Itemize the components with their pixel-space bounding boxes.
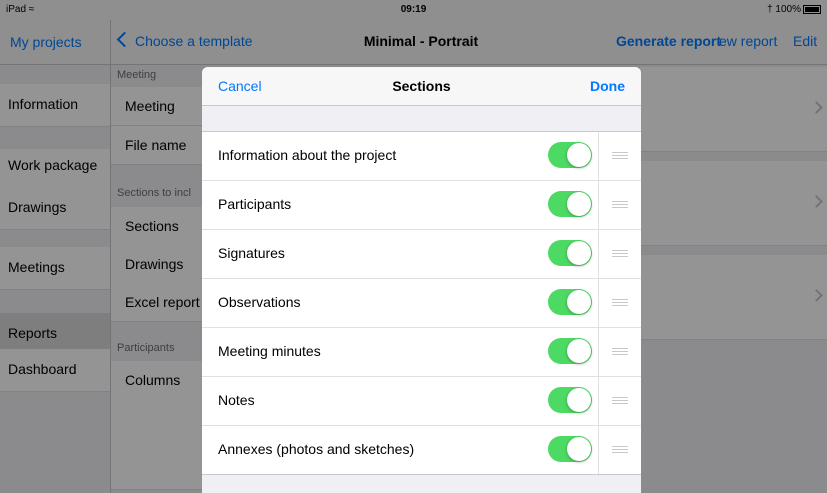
reorder-handle-icon[interactable] [612,250,628,257]
sections-modal: Cancel Sections Done Information about t… [202,67,641,493]
reorder-handle-icon[interactable] [612,446,628,453]
toggle-knob [567,388,591,412]
toggle-knob [567,192,591,216]
section-toggle[interactable] [548,240,592,266]
divider [598,181,599,229]
reorder-handle-icon[interactable] [612,201,628,208]
sections-list: Information about the project Participan… [202,131,641,475]
section-label: Observations [218,294,301,310]
section-toggle[interactable] [548,142,592,168]
modal-nav-bar: Cancel Sections Done [202,67,641,106]
section-label: Signatures [218,245,285,261]
divider [598,426,599,474]
toggle-knob [567,437,591,461]
divider [598,132,599,180]
reorder-handle-icon[interactable] [612,152,628,159]
section-row-participants: Participants [202,181,641,230]
section-row-meeting-minutes: Meeting minutes [202,328,641,377]
divider [598,377,599,425]
section-label: Annexes (photos and sketches) [218,441,415,457]
section-row-signatures: Signatures [202,230,641,279]
section-toggle[interactable] [548,387,592,413]
section-row-annexes: Annexes (photos and sketches) [202,426,641,474]
section-toggle[interactable] [548,289,592,315]
toggle-knob [567,290,591,314]
reorder-handle-icon[interactable] [612,348,628,355]
reorder-handle-icon[interactable] [612,299,628,306]
divider [598,279,599,327]
toggle-knob [567,241,591,265]
divider [598,230,599,278]
cancel-button[interactable]: Cancel [218,78,262,94]
divider [598,328,599,376]
reorder-handle-icon[interactable] [612,397,628,404]
toggle-knob [567,339,591,363]
toggle-knob [567,143,591,167]
section-label: Information about the project [218,147,397,163]
section-label: Notes [218,392,255,408]
section-row-information: Information about the project [202,132,641,181]
section-toggle[interactable] [548,436,592,462]
section-row-notes: Notes [202,377,641,426]
done-button[interactable]: Done [590,78,625,94]
section-row-observations: Observations [202,279,641,328]
modal-title: Sections [392,78,451,94]
section-toggle[interactable] [548,191,592,217]
section-label: Participants [218,196,292,212]
section-label: Meeting minutes [218,343,321,359]
section-toggle[interactable] [548,338,592,364]
